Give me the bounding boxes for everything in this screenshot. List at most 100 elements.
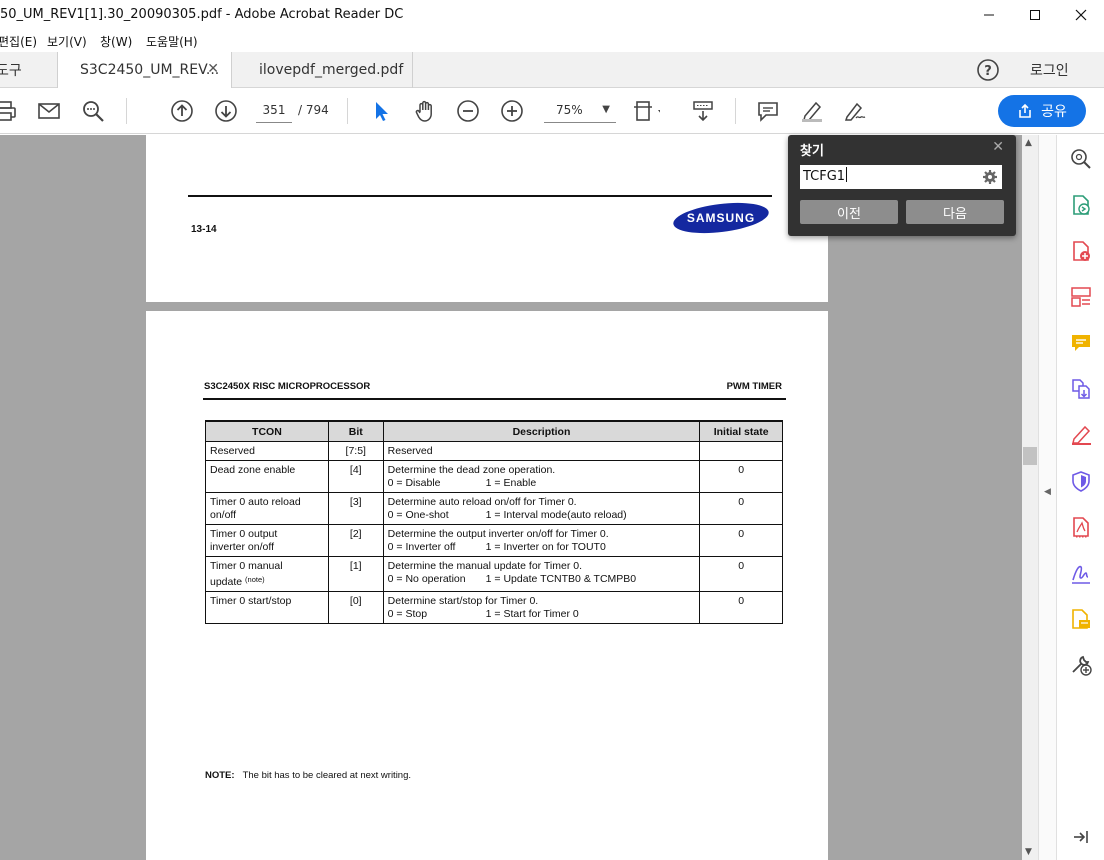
fill-sign-icon[interactable] — [1069, 423, 1093, 447]
find-query-text: TCFG1 — [803, 169, 846, 184]
tab-active-document[interactable]: S3C2450_UM_REV... ✕ — [57, 52, 232, 88]
maximize-icon — [1030, 10, 1040, 20]
bit-range: [7:5] — [327, 440, 384, 461]
previous-page-icon[interactable] — [169, 98, 195, 124]
menu-view[interactable]: 보기(V) — [47, 33, 87, 50]
help-icon[interactable]: ? — [976, 58, 1000, 82]
scroll-down-icon[interactable]: ▼ — [1025, 847, 1032, 857]
bit-range: [4] — [327, 459, 384, 493]
scroll-up-icon[interactable]: ▲ — [1025, 138, 1032, 148]
panel-collapse-strip[interactable]: ◀ — [1038, 135, 1056, 860]
table-header-cell: Description — [382, 420, 701, 442]
scroll-mode-icon[interactable] — [690, 98, 716, 124]
document-view[interactable]: 13-14 SAMSUNG S3C2450X RISC MICROPROCESS… — [0, 135, 1022, 860]
pdf-file-icon[interactable] — [1069, 515, 1093, 539]
combine-files-icon[interactable] — [1069, 377, 1093, 401]
description-text: Determine the output inverter on/off for… — [387, 527, 609, 540]
enhance-scan-icon[interactable] — [1069, 147, 1093, 171]
option-zero: 0 = One-shot — [387, 508, 449, 521]
print-icon[interactable] — [0, 98, 18, 124]
description-text: Determine the dead zone operation. — [387, 463, 556, 476]
more-tools-icon[interactable] — [1069, 653, 1093, 677]
sign-icon[interactable] — [843, 98, 869, 124]
share-label: 공유 — [1041, 104, 1067, 120]
option-one: 1 = Start for Timer 0 — [485, 607, 579, 620]
share-button[interactable]: 공유 — [998, 95, 1086, 127]
scrollbar-thumb[interactable] — [1023, 447, 1037, 465]
protect-icon[interactable] — [1069, 469, 1093, 493]
note-superscript: (note) — [245, 574, 265, 584]
bit-range: [0] — [327, 590, 384, 624]
option-one: 1 = Inverter on for TOUT0 — [485, 540, 606, 553]
select-cursor-icon[interactable] — [368, 98, 394, 124]
pdf-page-current: S3C2450X RISC MICROPROCESSOR PWM TIMER T… — [146, 311, 828, 860]
page-header-left: S3C2450X RISC MICROPROCESSOR — [204, 381, 371, 392]
gear-icon[interactable] — [982, 169, 998, 185]
vertical-scrollbar[interactable]: ▲ ▼ — [1022, 135, 1038, 860]
tab-document-label: S3C2450_UM_REV... — [80, 62, 220, 78]
description-text: Determine the manual update for Timer 0. — [387, 559, 583, 572]
table-header-cell: TCON — [205, 420, 329, 442]
zoom-out-icon[interactable] — [455, 98, 481, 124]
field-name: Timer 0 auto reload — [210, 495, 301, 508]
toolbar: 351 / 794 75% ▼ 공유 — [0, 88, 1104, 134]
table-row: Timer 0 output inverter on/off [2] Deter… — [205, 523, 783, 557]
find-input[interactable]: TCFG1 — [800, 165, 1002, 189]
menu-window[interactable]: 창(W) — [100, 33, 132, 50]
option-zero: 0 = Disable — [387, 476, 441, 489]
zoom-level-select[interactable]: 75% ▼ — [544, 99, 616, 123]
page-header-right: PWM TIMER — [726, 381, 782, 392]
zoom-in-icon[interactable] — [499, 98, 525, 124]
close-window-button[interactable] — [1058, 0, 1104, 30]
field-name: Dead zone enable — [210, 463, 296, 476]
toolbar-divider — [126, 98, 127, 124]
create-pdf-icon[interactable] — [1069, 239, 1093, 263]
table-row: Timer 0 start/stop [0] Determine start/s… — [205, 590, 783, 624]
minimize-button[interactable] — [966, 0, 1012, 30]
search-icon[interactable] — [80, 98, 106, 124]
find-previous-button[interactable]: 이전 — [800, 200, 898, 224]
find-next-button[interactable]: 다음 — [906, 200, 1004, 224]
collapse-panel-icon[interactable]: ◀ — [1044, 487, 1051, 497]
find-dialog: 찾기 ✕ TCFG1 이전 다음 — [788, 135, 1016, 236]
login-link[interactable]: 로그인 — [1030, 60, 1069, 80]
menu-edit[interactable]: 편집(E) — [0, 33, 37, 50]
field-name: Reserved — [210, 444, 255, 457]
tab-bar: 도구 S3C2450_UM_REV... ✕ ilovepdf_merged.p… — [0, 52, 1104, 88]
email-icon[interactable] — [36, 98, 62, 124]
svg-text:?: ? — [984, 64, 992, 79]
tcon-register-table: TCON Bit Description Initial state Reser… — [205, 420, 783, 624]
tab-tools[interactable]: 도구 — [0, 52, 56, 88]
initial-state: 0 — [699, 491, 783, 525]
page-fit-icon[interactable] — [634, 98, 660, 124]
next-page-icon[interactable] — [213, 98, 239, 124]
close-icon — [1075, 9, 1087, 21]
toolbar-divider — [735, 98, 736, 124]
option-zero: 0 = Inverter off — [387, 540, 456, 553]
chevron-down-icon: ▼ — [602, 104, 610, 115]
export-pdf-icon[interactable] — [1069, 193, 1093, 217]
request-signature-icon[interactable] — [1069, 561, 1093, 585]
edit-pdf-icon[interactable] — [1069, 285, 1093, 309]
collapse-rail-icon[interactable] — [1069, 825, 1093, 849]
zoom-level-value: 75% — [556, 103, 583, 117]
samsung-logo: SAMSUNG — [673, 202, 769, 234]
menu-help[interactable]: 도움말(H) — [146, 33, 198, 50]
find-close-icon[interactable]: ✕ — [992, 139, 1004, 155]
share-icon — [1019, 103, 1031, 118]
svg-text:SAMSUNG: SAMSUNG — [687, 211, 755, 225]
table-header-cell: Bit — [327, 420, 384, 442]
highlight-pen-icon[interactable] — [799, 98, 825, 124]
bit-range: [3] — [327, 491, 384, 525]
tab-close-icon[interactable]: ✕ — [207, 61, 219, 77]
hand-tool-icon[interactable] — [412, 98, 438, 124]
page-number-input[interactable]: 351 — [256, 99, 292, 123]
send-comment-icon[interactable] — [1069, 607, 1093, 631]
comment-icon[interactable] — [755, 98, 781, 124]
page-footer-rule — [188, 195, 772, 197]
tab-second-document[interactable]: ilovepdf_merged.pdf — [232, 52, 413, 88]
tools-rail — [1056, 135, 1104, 860]
note-text: The bit has to be cleared at next writin… — [242, 770, 412, 781]
comment-tool-icon[interactable] — [1069, 331, 1093, 355]
maximize-button[interactable] — [1012, 0, 1058, 30]
